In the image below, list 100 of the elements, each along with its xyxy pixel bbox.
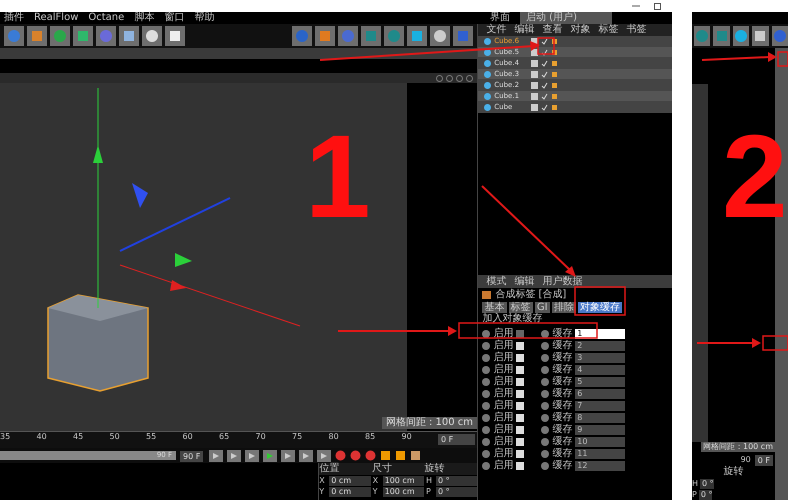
animation-dot-icon[interactable] <box>482 354 490 362</box>
attribute-tab[interactable]: 排除 <box>552 302 576 313</box>
cache-label: 缓存 <box>552 388 572 400</box>
animation-dot-icon[interactable] <box>482 402 490 410</box>
position-field[interactable]: 0 cm <box>329 476 371 486</box>
animation-dot-icon[interactable] <box>541 450 550 458</box>
axis-label: H <box>426 476 433 486</box>
enable-label: 启用 <box>493 412 514 424</box>
manager-menu-item[interactable]: 对象 <box>570 24 590 36</box>
animation-dot-icon[interactable] <box>482 414 490 422</box>
animation-dot-icon[interactable] <box>541 366 550 374</box>
playback-control-icon[interactable] <box>212 452 220 460</box>
animation-dot-icon[interactable] <box>541 426 550 434</box>
sphere-tool-icon[interactable] <box>433 29 448 43</box>
highlight-frame <box>762 335 788 351</box>
animation-dot-icon[interactable] <box>482 426 490 434</box>
cache-label: 缓存 <box>552 412 572 424</box>
animation-dot-icon[interactable] <box>541 438 550 446</box>
manager-menu-item[interactable]: 标签 <box>598 24 618 36</box>
end-frame-field[interactable]: 90 F <box>180 451 204 462</box>
animation-dot-icon[interactable] <box>482 450 490 458</box>
attribute-tab[interactable]: 对象缓存 <box>578 302 622 313</box>
size-field[interactable]: 100 cm <box>382 476 424 486</box>
sphere-tool-icon[interactable] <box>145 29 159 43</box>
animation-dot-icon[interactable] <box>541 330 550 338</box>
playback-control-icon[interactable] <box>320 452 328 460</box>
layout-dropdown[interactable]: 启动 (用户) <box>520 12 612 24</box>
animation-dot-icon[interactable] <box>482 462 490 470</box>
animation-dot-icon[interactable] <box>541 390 550 398</box>
axis-label: P <box>426 487 432 497</box>
menu-item[interactable]: 插件 <box>4 12 24 24</box>
enable-label: 启用 <box>493 340 514 352</box>
menu-item[interactable]: 脚本 <box>134 12 154 24</box>
cube-tool-icon[interactable] <box>168 29 182 43</box>
cube-tool-icon[interactable] <box>122 29 136 43</box>
restore-icon[interactable] <box>654 2 662 10</box>
enable-checkbox[interactable] <box>516 330 524 338</box>
enable-label: 启用 <box>493 424 514 436</box>
frame-tick-label: 40 <box>36 432 48 442</box>
cache-label: 缓存 <box>552 364 572 376</box>
manager-menu-item[interactable]: 查看 <box>542 24 562 36</box>
highlight-frame <box>777 51 788 67</box>
attribute-tab[interactable]: 标签 <box>508 302 533 313</box>
animation-dot-icon[interactable] <box>541 402 550 410</box>
frame-tick-label: 55 <box>146 432 158 442</box>
manager-menu-item[interactable]: 用户数据 <box>542 276 582 288</box>
menu-item[interactable]: RealFlow <box>34 12 78 24</box>
animation-dot-icon[interactable] <box>482 330 490 338</box>
highlight-frame <box>537 37 555 55</box>
animation-dot-icon[interactable] <box>482 438 490 446</box>
current-frame-field[interactable]: 0 F <box>754 454 773 466</box>
record-icon[interactable] <box>365 450 376 461</box>
key-mode-icon[interactable] <box>410 450 422 461</box>
attribute-tab[interactable]: GI <box>534 302 550 313</box>
rotation-field[interactable]: 0 ° <box>700 479 714 489</box>
frame-tick-label: 75 <box>292 432 304 442</box>
attribute-tab[interactable]: 基本 <box>482 302 507 313</box>
manager-menu-item[interactable]: 书签 <box>626 24 646 36</box>
manager-menu-item[interactable]: 编辑 <box>514 276 534 288</box>
playback-control-icon[interactable] <box>248 452 256 460</box>
animation-dot-icon[interactable] <box>541 414 550 422</box>
grid-spacing-label: 网格间距 : 100 cm <box>701 442 775 452</box>
annotation-arrow <box>697 338 761 348</box>
rotation-field[interactable]: 0 ° <box>436 476 478 486</box>
manager-menu-item[interactable]: 模式 <box>486 276 506 288</box>
grid-spacing-label: 网格间距 : 100 cm <box>382 417 477 429</box>
key-mode-icon[interactable] <box>395 450 406 461</box>
rotation-field[interactable]: 0 ° <box>698 490 712 500</box>
menu-item[interactable]: 窗口 <box>164 12 184 24</box>
animation-dot-icon[interactable] <box>482 390 490 398</box>
animation-dot-icon[interactable] <box>482 342 490 350</box>
animation-dot-icon[interactable] <box>541 462 550 470</box>
animation-dot-icon[interactable] <box>541 342 550 350</box>
playback-control-icon[interactable] <box>230 452 238 460</box>
animation-dot-icon[interactable] <box>541 354 550 362</box>
menu-item[interactable]: Octane <box>88 12 124 24</box>
animation-dot-icon[interactable] <box>541 378 550 386</box>
playback-control-icon[interactable] <box>284 452 292 460</box>
playback-control-icon[interactable] <box>302 452 310 460</box>
frame-tick-label: 85 <box>365 432 376 442</box>
rotation-field[interactable]: 0 ° <box>436 487 478 497</box>
record-icon[interactable] <box>335 450 346 461</box>
cube-tool-icon[interactable] <box>753 29 768 43</box>
animation-dot-icon[interactable] <box>482 378 490 386</box>
cache-field[interactable]: 1 <box>575 329 626 339</box>
manager-menu-item[interactable]: 文件 <box>486 24 506 36</box>
animation-dot-icon[interactable] <box>482 366 490 374</box>
position-field[interactable]: 0 cm <box>329 487 371 497</box>
step-number: 2 <box>722 118 788 236</box>
current-frame-field[interactable]: 0 F <box>438 434 476 445</box>
enable-label: 启用 <box>493 364 514 376</box>
enable-label: 启用 <box>493 352 514 364</box>
frame-tick-label: 80 <box>328 432 340 442</box>
record-icon[interactable] <box>350 450 362 461</box>
key-mode-icon[interactable] <box>380 450 392 461</box>
frame-tick-label: 45 <box>73 432 84 442</box>
size-field[interactable]: 100 cm <box>382 487 424 497</box>
menu-item[interactable]: 帮助 <box>194 12 214 24</box>
manager-menu-item[interactable]: 编辑 <box>514 24 534 36</box>
cache-label: 缓存 <box>552 352 572 364</box>
